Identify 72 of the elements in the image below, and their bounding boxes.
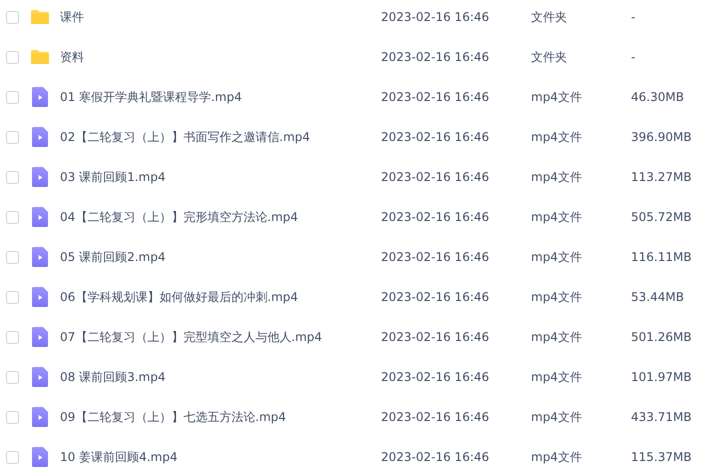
file-size: 113.27MB [631,170,692,184]
file-size: 115.37MB [631,450,692,464]
file-size: 101.97MB [631,370,692,384]
modified-time: 2023-02-16 16:46 [381,50,490,64]
file-type: mp4文件 [531,288,583,306]
file-type: mp4文件 [531,208,583,226]
file-name[interactable]: 课件 [60,8,381,26]
file-name[interactable]: 09【二轮复习（上）】七选五方法论.mp4 [60,408,381,426]
folder-icon [30,49,50,65]
modified-time: 2023-02-16 16:46 [381,10,490,24]
file-size: 501.26MB [631,330,692,344]
file-type: mp4文件 [531,408,583,426]
file-name[interactable]: 04【二轮复习（上）】完形填空方法论.mp4 [60,208,381,226]
video-file-icon [32,287,48,307]
video-file-icon [32,327,48,347]
file-type: mp4文件 [531,168,583,186]
file-size: 396.90MB [631,130,692,144]
file-name[interactable]: 08 课前回顾3.mp4 [60,368,381,386]
modified-time: 2023-02-16 16:46 [381,410,490,424]
modified-time: 2023-02-16 16:46 [381,450,490,464]
file-size: - [631,10,636,24]
modified-time: 2023-02-16 16:46 [381,90,490,104]
video-file-icon [32,247,48,267]
video-file-icon [32,367,48,387]
checkbox[interactable] [6,290,19,304]
file-type: mp4文件 [531,248,583,266]
file-type: mp4文件 [531,328,583,346]
file-size: 433.71MB [631,410,692,424]
file-type: mp4文件 [531,128,583,146]
video-file-icon [32,407,48,427]
file-name[interactable]: 06【学科规划课】如何做好最后的冲刺.mp4 [60,288,381,306]
modified-time: 2023-02-16 16:46 [381,170,490,184]
file-type: 文件夹 [531,8,568,26]
checkbox[interactable] [6,330,19,344]
folder-icon [30,9,50,25]
file-size: 116.11MB [631,250,692,264]
checkbox[interactable] [6,250,19,264]
video-file-icon [32,87,48,107]
file-name[interactable]: 05 课前回顾2.mp4 [60,248,381,266]
modified-time: 2023-02-16 16:46 [381,130,490,144]
modified-time: 2023-02-16 16:46 [381,250,490,264]
video-file-icon [32,127,48,147]
file-type: mp4文件 [531,88,583,106]
file-name[interactable]: 10 姜课前回顾4.mp4 [60,448,381,466]
file-name[interactable]: 资料 [60,48,381,66]
file-type: 文件夹 [531,48,568,66]
checkbox[interactable] [6,50,19,64]
video-file-icon [32,167,48,187]
video-file-icon [32,207,48,227]
file-size: - [631,50,636,64]
video-file-icon [32,447,48,467]
checkbox[interactable] [6,210,19,224]
checkbox[interactable] [6,410,19,424]
file-name[interactable]: 07【二轮复习（上）】完型填空之人与他人.mp4 [60,328,381,346]
modified-time: 2023-02-16 16:46 [381,330,490,344]
file-name[interactable]: 01 寒假开学典礼暨课程导学.mp4 [60,88,381,106]
checkbox[interactable] [6,10,19,24]
checkbox[interactable] [6,90,19,104]
checkbox[interactable] [6,170,19,184]
file-type: mp4文件 [531,368,583,386]
modified-time: 2023-02-16 16:46 [381,210,490,224]
file-type: mp4文件 [531,448,583,466]
checkbox[interactable] [6,130,19,144]
file-size: 46.30MB [631,90,684,104]
file-name[interactable]: 02【二轮复习（上）】书面写作之邀请信.mp4 [60,128,381,146]
modified-time: 2023-02-16 16:46 [381,290,490,304]
file-size: 53.44MB [631,290,684,304]
file-size: 505.72MB [631,210,692,224]
file-name[interactable]: 03 课前回顾1.mp4 [60,168,381,186]
modified-time: 2023-02-16 16:46 [381,370,490,384]
checkbox[interactable] [6,450,19,464]
checkbox[interactable] [6,370,19,384]
